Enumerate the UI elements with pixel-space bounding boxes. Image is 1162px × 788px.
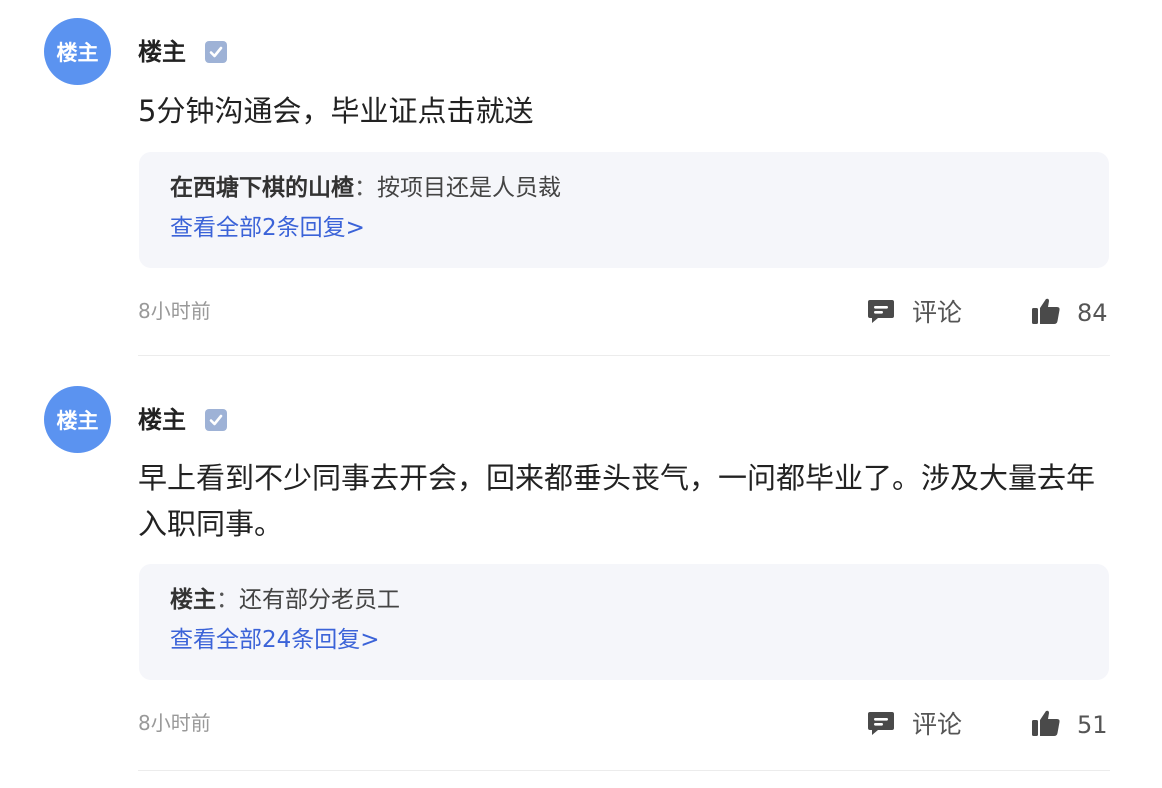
- avatar[interactable]: 楼主: [44, 18, 111, 85]
- divider: [138, 770, 1110, 771]
- comment-button[interactable]: 评论: [866, 297, 962, 329]
- like-count: 51: [1077, 711, 1108, 739]
- avatar[interactable]: 楼主: [44, 386, 111, 453]
- timestamp: 8小时前: [138, 711, 211, 735]
- comment-text: 5分钟沟通会，毕业证点击就送: [138, 94, 534, 128]
- view-all-replies-link[interactable]: 查看全部2条回复>: [170, 212, 365, 244]
- reply-separator: ：: [216, 587, 239, 613]
- comment-icon: [866, 296, 896, 330]
- comment-label: 评论: [912, 710, 963, 739]
- reply-line: 在西塘下棋的山楂：按项目还是人员裁: [170, 172, 561, 204]
- thumbs-up-icon: [1031, 708, 1061, 742]
- comment-label: 评论: [912, 298, 963, 327]
- comment-icon: [866, 708, 896, 742]
- verified-badge-icon: [205, 41, 227, 63]
- comment-text: 早上看到不少同事去开会，回来都垂头丧气，一问都毕业了。涉及大量去年入职同事。: [138, 461, 1096, 541]
- comment-item: 楼主 楼主 5分钟沟通会，毕业证点击就送 在西塘下棋的山楂：按项目还是人员裁 查…: [0, 0, 1162, 368]
- timestamp: 8小时前: [138, 299, 211, 323]
- thumbs-up-icon: [1031, 296, 1061, 330]
- reply-author[interactable]: 在西塘下棋的山楂: [170, 175, 354, 201]
- like-button[interactable]: 84: [1031, 297, 1108, 329]
- like-button[interactable]: 51: [1031, 709, 1108, 741]
- comment-button[interactable]: 评论: [866, 709, 962, 741]
- reply-line: 楼主：还有部分老员工: [170, 584, 400, 616]
- reply-text: 按项目还是人员裁: [377, 175, 561, 201]
- divider: [138, 355, 1110, 356]
- reply-preview[interactable]: 在西塘下棋的山楂：按项目还是人员裁 查看全部2条回复>: [139, 152, 1109, 268]
- comment-item: 楼主 楼主 早上看到不少同事去开会，回来都垂头丧气，一问都毕业了。涉及大量去年入…: [0, 366, 1162, 771]
- reply-text: 还有部分老员工: [239, 587, 400, 613]
- like-count: 84: [1077, 299, 1108, 327]
- reply-author[interactable]: 楼主: [170, 587, 216, 613]
- username[interactable]: 楼主: [138, 404, 186, 436]
- view-all-replies-link[interactable]: 查看全部24条回复>: [170, 624, 380, 656]
- verified-badge-icon: [205, 409, 227, 431]
- username[interactable]: 楼主: [138, 36, 186, 68]
- reply-preview[interactable]: 楼主：还有部分老员工 查看全部24条回复>: [139, 564, 1109, 680]
- reply-separator: ：: [354, 175, 377, 201]
